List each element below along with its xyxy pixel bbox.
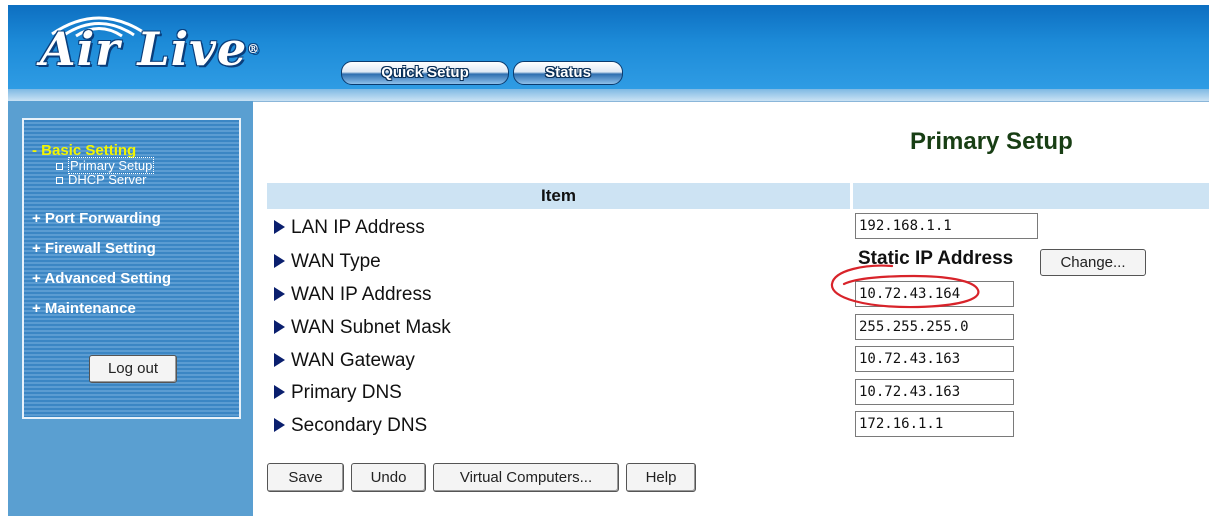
sidebar-item-port-forwarding[interactable]: + Port Forwarding — [32, 210, 161, 227]
help-button[interactable]: Help — [626, 463, 696, 492]
logout-button[interactable]: Log out — [89, 355, 177, 383]
sidebar-menu: - Basic Setting Primary Setup DHCP Serve… — [32, 143, 171, 318]
row-label-secondary-dns: Secondary DNS — [274, 415, 427, 437]
triangle-right-icon — [274, 385, 285, 399]
sidebar-item-dhcp-server[interactable]: DHCP Server — [56, 173, 154, 187]
red-circle-annotation — [830, 264, 980, 309]
triangle-right-icon — [274, 287, 285, 301]
row-label-wan-type: WAN Type — [274, 251, 381, 273]
page-title: Primary Setup — [910, 128, 1073, 155]
row-label-lan-ip: LAN IP Address — [274, 217, 425, 239]
row-label-primary-dns: Primary DNS — [274, 382, 402, 404]
save-button[interactable]: Save — [267, 463, 344, 492]
sidebar-item-maintenance[interactable]: + Maintenance — [32, 300, 136, 317]
row-label-text: WAN IP Address — [291, 284, 432, 305]
virtual-computers-button[interactable]: Virtual Computers... — [433, 463, 619, 492]
basic-setting-submenu: Primary Setup DHCP Server — [56, 157, 155, 187]
square-bullet-icon — [56, 163, 63, 171]
row-label-wan-subnet-mask: WAN Subnet Mask — [274, 317, 451, 339]
row-label-text: Primary DNS — [291, 382, 402, 403]
lan-ip-field[interactable]: 192.168.1.1 — [855, 213, 1038, 239]
secondary-dns-field[interactable]: 172.16.1.1 — [855, 411, 1014, 437]
brand-name: Air Live — [40, 22, 248, 76]
row-label-text: WAN Gateway — [291, 350, 415, 371]
triangle-right-icon — [274, 254, 285, 268]
triangle-right-icon — [274, 220, 285, 234]
tab-status[interactable]: Status — [513, 61, 623, 85]
square-bullet-icon — [56, 177, 63, 185]
row-label-wan-ip: WAN IP Address — [274, 284, 431, 306]
sidebar-item-advanced-setting[interactable]: + Advanced Setting — [32, 270, 171, 287]
sidebar-item-primary-setup[interactable]: Primary Setup — [56, 157, 155, 174]
row-label-wan-gateway: WAN Gateway — [274, 350, 415, 372]
row-label-text: Secondary DNS — [291, 415, 428, 436]
row-label-text: LAN IP Address — [291, 217, 425, 238]
registered-mark: ® — [247, 42, 261, 56]
undo-button[interactable]: Undo — [351, 463, 426, 492]
change-wan-type-button[interactable]: Change... — [1040, 249, 1146, 276]
sidebar-item-label: DHCP Server — [68, 172, 147, 187]
primary-dns-field[interactable]: 10.72.43.163 — [855, 379, 1014, 405]
row-label-text: WAN Type — [291, 251, 381, 272]
row-label-text: WAN Subnet Mask — [291, 317, 451, 338]
table-header-item: Item — [267, 183, 850, 209]
table-header-value — [853, 183, 1209, 209]
sidebar-item-firewall-setting[interactable]: + Firewall Setting — [32, 240, 156, 257]
airlive-logo: Air Live® — [40, 26, 260, 72]
tab-quick-setup[interactable]: Quick Setup — [341, 61, 509, 85]
triangle-right-icon — [274, 418, 285, 432]
triangle-right-icon — [274, 320, 285, 334]
wan-gateway-field[interactable]: 10.72.43.163 — [855, 346, 1014, 372]
triangle-right-icon — [274, 353, 285, 367]
